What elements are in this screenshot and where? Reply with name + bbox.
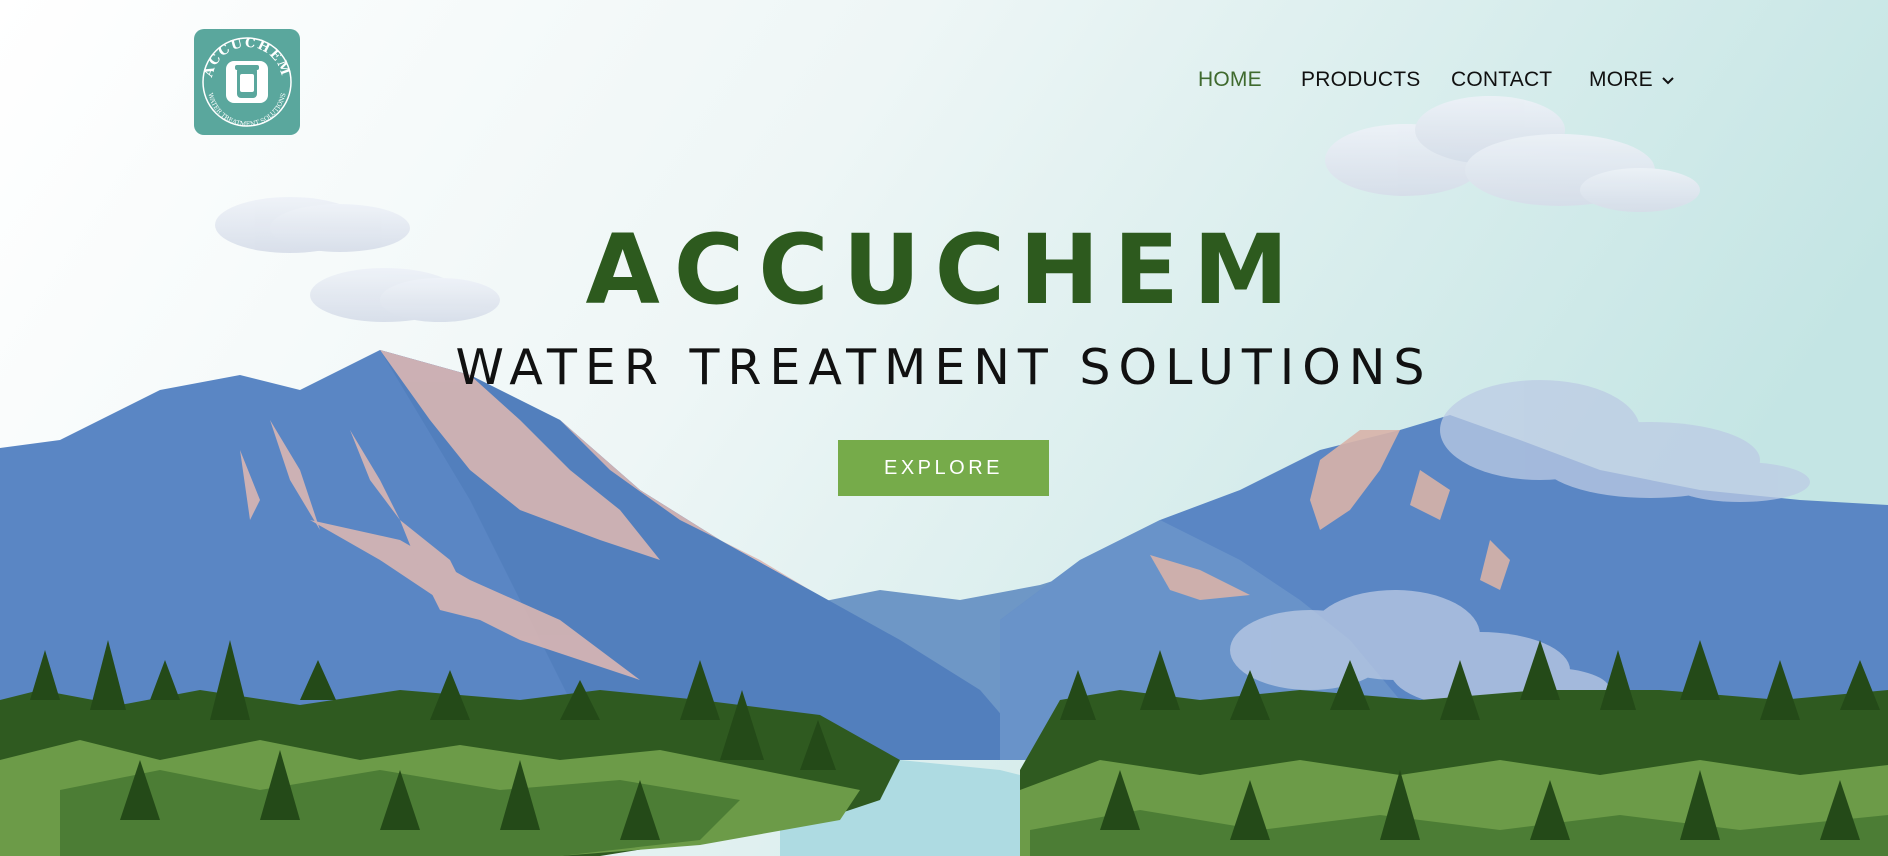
nav-more-label: MORE [1589, 68, 1653, 91]
hero-subtitle: WATER TREATMENT SOLUTIONS [455, 339, 1433, 396]
brand-logo[interactable]: ACCUCHEM WATER TREATMENT SOLUTIONS [194, 29, 300, 135]
nav-products[interactable]: PRODUCTS [1301, 68, 1420, 92]
nav-contact[interactable]: CONTACT [1451, 68, 1552, 92]
explore-button[interactable]: EXPLORE [838, 440, 1049, 496]
nav-home[interactable]: HOME [1198, 68, 1262, 92]
chevron-down-icon [1661, 68, 1675, 92]
hero-title: ACCUCHEM [585, 214, 1303, 326]
nav-more[interactable]: MORE [1589, 68, 1675, 92]
logo-jar-icon [226, 61, 268, 103]
